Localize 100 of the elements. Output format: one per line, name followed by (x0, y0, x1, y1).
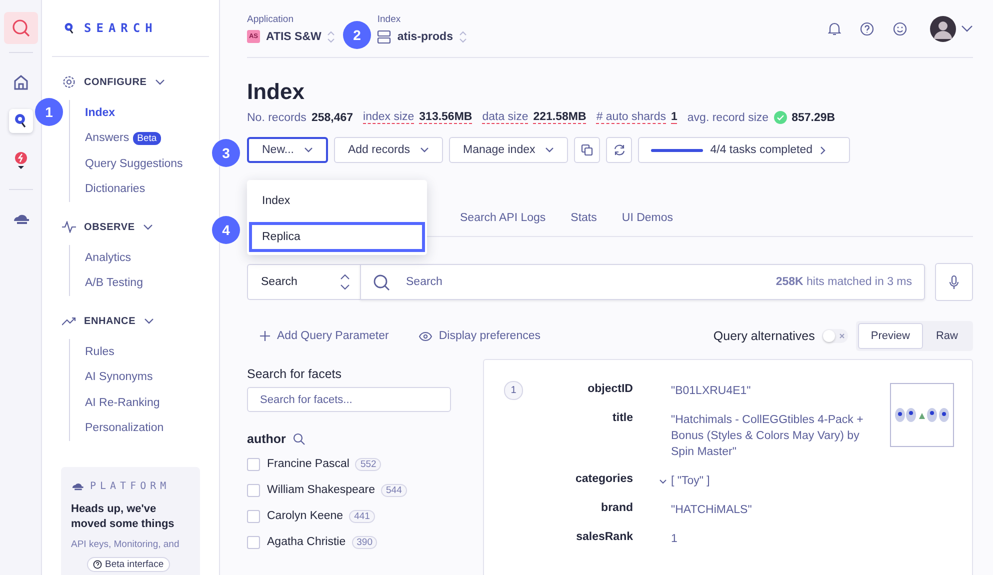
count-badge: 544 (381, 484, 407, 496)
beta-badge: Beta (133, 132, 161, 145)
sort-icon (327, 30, 336, 42)
menu-item[interactable]: Replica (249, 222, 425, 252)
stat-value: 1 (671, 111, 678, 124)
count-badge: 552 (355, 458, 382, 470)
cloud-icon (71, 482, 84, 491)
stat-value: 258,467 (311, 112, 354, 124)
nav-item[interactable]: A/B Testing (85, 277, 143, 290)
chevron-icon[interactable] (659, 479, 667, 484)
card-text: API keys, Monitoring, and (71, 539, 180, 550)
facets-heading: Search for facets (247, 367, 342, 381)
tasks-button[interactable]: 4/4 tasks completed (638, 137, 850, 163)
checkbox[interactable] (247, 510, 260, 522)
dropdown-button[interactable]: Add records (334, 137, 443, 163)
nav-item[interactable]: Dictionaries (85, 183, 146, 196)
dropdown-button[interactable]: Manage index (448, 137, 568, 163)
attribute-name: objectID (586, 383, 633, 397)
chevron-icon[interactable] (154, 77, 165, 87)
nav-item[interactable]: Index (85, 106, 116, 119)
attribute-name: title (612, 412, 633, 426)
nav-item[interactable]: AI Synonyms (85, 371, 153, 384)
toggle-switch[interactable] (822, 329, 848, 343)
search-field[interactable]: Search (404, 275, 762, 289)
nav-item[interactable]: Analytics (85, 252, 132, 264)
bell-icon[interactable] (828, 22, 841, 36)
pin-icon (64, 22, 75, 34)
view-toggle[interactable]: Raw (922, 323, 971, 349)
index-picker[interactable]: atis-prods (377, 30, 467, 44)
checkbox[interactable] (247, 536, 260, 548)
step-marker: 2 (343, 21, 371, 49)
account-menu[interactable] (930, 16, 973, 42)
search-icon (10, 18, 30, 38)
page-title: Index (247, 79, 306, 105)
pin-icon (14, 113, 28, 129)
nav-item[interactable]: Personalization (85, 422, 164, 434)
attribute-value: "B01LXRU4E1" (671, 384, 752, 399)
mode-select[interactable]: Search (247, 264, 360, 300)
menu-item[interactable]: Index (249, 186, 425, 216)
facet-name: author (247, 432, 286, 446)
step-marker: 4 (212, 216, 240, 244)
tab[interactable]: Stats (570, 212, 597, 236)
tab[interactable]: Search API Logs (460, 212, 546, 236)
step-marker: 3 (212, 139, 240, 167)
stat-value: 857.29B (792, 112, 836, 124)
facet-value[interactable]: Carolyn Keene (267, 510, 344, 522)
nav-item[interactable]: Answers (85, 132, 130, 144)
hits-count: 258K hits matched in 3 ms (776, 276, 912, 288)
attribute-value: "Hatchimals - CollEGGtibles 4-Pack + Bonus (Styles & Colors May Vary) by Spin Master" (671, 413, 864, 460)
facet-value[interactable]: Agatha Christie (267, 536, 346, 548)
attribute-value: 1 (671, 532, 678, 547)
attribute-name: salesRank (575, 531, 633, 545)
nav-item[interactable]: Rules (85, 346, 114, 358)
query-alternatives-label: Query alternatives (713, 329, 815, 343)
server-icon (377, 30, 392, 44)
stat-label: avg. record size (687, 112, 769, 124)
refresh-button[interactable] (606, 137, 632, 163)
section-title: ENHANCE (84, 316, 136, 326)
smiley-icon[interactable] (893, 22, 907, 36)
nav-item[interactable]: AI Re-Ranking (85, 396, 160, 409)
checkbox[interactable] (247, 458, 260, 470)
help-icon[interactable] (860, 22, 874, 36)
hit-number: 1 (504, 381, 523, 400)
section-title: OBSERVE (84, 222, 135, 232)
stat-label: # auto shards (596, 111, 666, 124)
avatar-icon (930, 16, 956, 42)
display-preferences-link[interactable]: Display preferences (418, 330, 540, 342)
stat-label: data size (482, 111, 528, 124)
beta-interface-badge[interactable]: Beta interface (87, 557, 170, 572)
trend-icon (62, 316, 76, 326)
view-toggle[interactable]: Preview (858, 323, 923, 349)
chevron-icon[interactable] (144, 316, 154, 326)
dropdown-button[interactable]: New... (247, 137, 328, 163)
badge-label: Beta interface (105, 559, 164, 570)
search-icon (373, 274, 390, 290)
facet-value[interactable]: William Shakespeare (267, 484, 376, 496)
platform-logo: PLATFORM (90, 481, 170, 492)
search-icon[interactable] (292, 433, 305, 445)
field-label: Index (377, 14, 402, 24)
section-title: CONFIGURE (84, 76, 147, 88)
add-query-parameter-link[interactable]: Add Query Parameter (260, 330, 389, 342)
nav-item[interactable]: Query Suggestions (85, 158, 183, 170)
facet-search-field[interactable]: Search for facets... (247, 387, 451, 412)
count-badge: 441 (349, 510, 375, 522)
pulse-icon (62, 221, 76, 233)
eye-icon (418, 332, 432, 340)
cloud-icon (12, 213, 30, 225)
bulb-icon (14, 151, 28, 169)
help-icon (93, 560, 102, 569)
refresh-icon (612, 144, 626, 156)
chevron-icon[interactable] (142, 222, 153, 232)
copy-button[interactable] (574, 137, 600, 163)
facet-value[interactable]: Francine Pascal (267, 458, 350, 470)
tab[interactable]: UI Demos (622, 212, 674, 236)
rail-item[interactable] (8, 109, 32, 133)
checkbox[interactable] (247, 484, 260, 496)
rail-item[interactable] (4, 12, 38, 44)
voice-search-button[interactable] (935, 263, 973, 301)
close-icon (838, 333, 845, 339)
microphone-icon (949, 274, 959, 290)
